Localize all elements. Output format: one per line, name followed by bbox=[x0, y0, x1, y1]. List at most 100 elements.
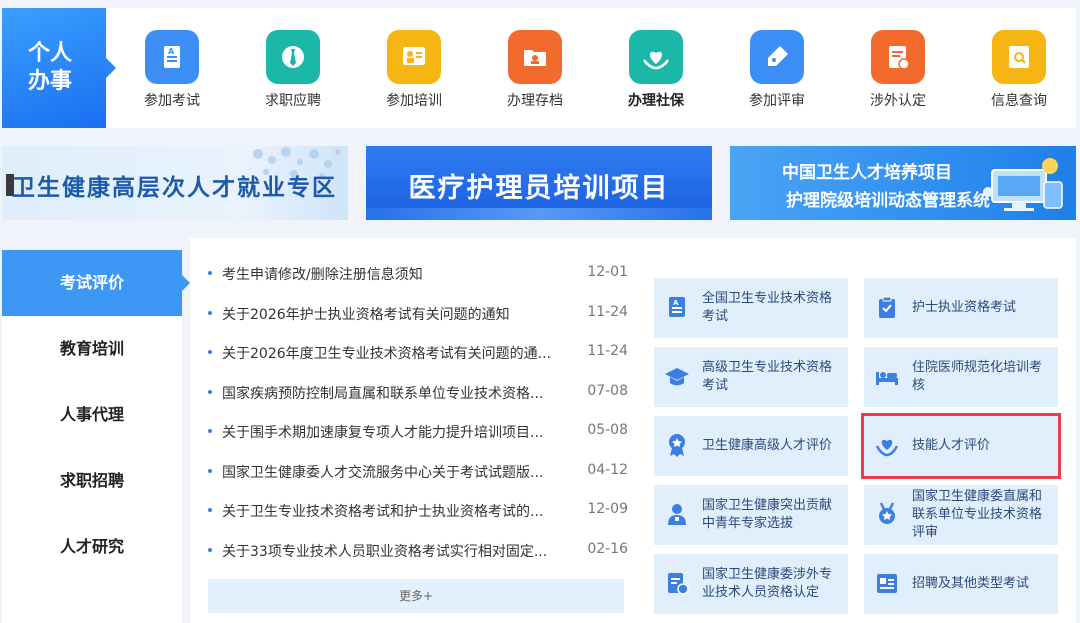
service-tile[interactable]: 招聘及其他类型考试 bbox=[864, 554, 1058, 614]
id-card-icon bbox=[874, 570, 900, 596]
more-button[interactable]: 更多+ bbox=[208, 579, 624, 613]
doctor-icon bbox=[664, 501, 690, 527]
service-item-4[interactable]: 办理存档 bbox=[475, 8, 595, 128]
computer-illustration-icon bbox=[983, 158, 1063, 211]
banner-high-level-talent[interactable]: 卫生健康高层次人才就业专区 bbox=[2, 146, 348, 220]
service-tile[interactable]: 国家卫生健康突出贡献中青年专家选拔 bbox=[654, 485, 848, 545]
badge-icon bbox=[874, 501, 900, 527]
graduation-cap-icon bbox=[664, 363, 690, 389]
nav-item-2[interactable]: 教育培训 bbox=[2, 316, 182, 382]
service-label: 参加考试 bbox=[144, 93, 200, 109]
training-icon bbox=[387, 30, 441, 84]
service-tile[interactable]: 住院医师规范化培训考核 bbox=[864, 347, 1058, 407]
news-item[interactable]: 关于33项专业技术人员职业资格考试实行相对固定... 02-16 bbox=[208, 541, 628, 561]
tile-label: 住院医师规范化培训考核 bbox=[912, 360, 1043, 393]
nav-item-1[interactable]: 考试评价 bbox=[2, 250, 190, 316]
tile-label: 护士执业资格考试 bbox=[912, 300, 1017, 315]
news-title: 国家卫生健康委人才交流服务中心关于考试试题版... bbox=[222, 464, 544, 481]
tile-label: 国家卫生健康委涉外专业技术人员资格认定 bbox=[702, 567, 833, 600]
banner-title-line1: 中国卫生人才培养项目 bbox=[782, 163, 952, 183]
tile-label: 招聘及其他类型考试 bbox=[912, 576, 1030, 591]
news-date: 07-08 bbox=[587, 382, 628, 399]
news-title: 国家疾病预防控制局直属和联系单位专业技术资格... bbox=[222, 385, 544, 402]
cert-stamp-icon bbox=[664, 570, 690, 596]
service-tile[interactable]: 技能人才评价 bbox=[861, 413, 1061, 479]
tile-label: 高级卫生专业技术资格考试 bbox=[702, 360, 833, 393]
banner-title: 卫生健康高层次人才就业专区 bbox=[12, 175, 337, 201]
service-tile[interactable]: 卫生健康高级人才评价 bbox=[654, 416, 848, 476]
heart-hands-icon bbox=[629, 30, 683, 84]
news-date: 12-09 bbox=[587, 501, 628, 517]
news-item[interactable]: 国家卫生健康委人才交流服务中心关于考试试题版... 04-12 bbox=[208, 462, 628, 482]
news-item[interactable]: 国家疾病预防控制局直属和联系单位专业技术资格... 07-08 bbox=[208, 383, 628, 403]
news-date: 12-01 bbox=[587, 264, 628, 280]
bullet-icon bbox=[208, 508, 212, 512]
news-title: 关于33项专业技术人员职业资格考试实行相对固定... bbox=[222, 543, 548, 560]
exam-icon: A bbox=[145, 30, 199, 84]
news-item[interactable]: 关于围手术期加速康复专项人才能力提升培训项目... 05-08 bbox=[208, 422, 628, 442]
bullet-icon bbox=[208, 389, 212, 394]
service-label: 办理社保 bbox=[628, 93, 684, 109]
news-title: 关于2026年度卫生专业技术资格考试有关问题的通... bbox=[222, 346, 551, 362]
svg-text:A: A bbox=[673, 299, 679, 307]
tile-label: 技能人才评价 bbox=[912, 438, 991, 453]
bullet-icon bbox=[208, 310, 212, 315]
service-list: A 参加考试 求职应聘 参加培训 办理存档 办理社保 参加评审 涉外认定 信息查询 bbox=[112, 8, 1076, 128]
medal-icon bbox=[664, 432, 690, 458]
service-item-6[interactable]: 参加评审 bbox=[717, 8, 837, 128]
news-item[interactable]: 关于2026年度卫生专业技术资格考试有关问题的通... 11-24 bbox=[208, 343, 628, 363]
service-item-8[interactable]: 信息查询 bbox=[959, 8, 1079, 128]
service-item-7[interactable]: 涉外认定 bbox=[838, 8, 958, 128]
service-item-2[interactable]: 求职应聘 bbox=[233, 8, 353, 128]
tile-label: 全国卫生专业技术资格考试 bbox=[702, 291, 833, 324]
main-panel: 考生申请修改/删除注册信息须知 12-01 关于2026年护士执业资格考试有关问题的… bbox=[190, 238, 1076, 623]
banner-training-system[interactable]: 中国卫生人才培养项目 护理院级培训动态管理系统 bbox=[730, 146, 1076, 220]
heart-hands-icon bbox=[874, 432, 900, 458]
news-date: 05-08 bbox=[587, 422, 628, 438]
bullet-icon bbox=[208, 429, 212, 433]
left-nav: 考试评价 教育培训 人事代理 求职招聘 人才研究 bbox=[2, 250, 190, 623]
bullet-icon bbox=[208, 350, 212, 354]
news-date: 11-24 bbox=[587, 303, 628, 320]
bullet-icon bbox=[208, 271, 212, 275]
service-tile[interactable]: 护士执业资格考试 bbox=[864, 278, 1058, 338]
tile-label: 国家卫生健康突出贡献中青年专家选拔 bbox=[702, 498, 833, 531]
news-date: 02-16 bbox=[587, 540, 628, 557]
banner-title: 医疗护理员培训项目 bbox=[408, 173, 670, 204]
hospital-bed-icon bbox=[874, 363, 900, 389]
news-title: 关于卫生专业技术资格考试和护士执业资格考试的... bbox=[222, 504, 544, 520]
tie-icon bbox=[266, 30, 320, 84]
news-item[interactable]: 关于卫生专业技术资格考试和护士执业资格考试的... 12-09 bbox=[208, 501, 628, 521]
tile-label: 国家卫生健康委直属和联系单位专业技术资格评审 bbox=[912, 489, 1043, 540]
service-item-5[interactable]: 办理社保 bbox=[596, 8, 716, 128]
service-tile[interactable]: 国家卫生健康委涉外专业技术人员资格认定 bbox=[654, 554, 848, 614]
personal-affairs-label: 个人 办事 bbox=[2, 8, 116, 128]
service-tile[interactable]: 高级卫生专业技术资格考试 bbox=[654, 347, 848, 407]
service-label: 涉外认定 bbox=[870, 93, 926, 109]
nav-item-5[interactable]: 人才研究 bbox=[2, 514, 182, 580]
nav-item-4[interactable]: 求职招聘 bbox=[2, 448, 182, 514]
personal-line2: 办事 bbox=[28, 69, 73, 94]
exam-doc-icon: A bbox=[664, 294, 690, 320]
banner-nursing-training[interactable]: 医疗护理员培训项目 bbox=[366, 146, 712, 220]
news-title: 考生申请修改/删除注册信息须知 bbox=[222, 267, 423, 283]
banner-title-line2: 护理院级培训动态管理系统 bbox=[786, 191, 990, 211]
service-label: 办理存档 bbox=[507, 93, 563, 109]
news-item[interactable]: 考生申请修改/删除注册信息须知 12-01 bbox=[208, 264, 628, 284]
pen-icon bbox=[750, 30, 804, 84]
service-item-1[interactable]: A 参加考试 bbox=[112, 8, 232, 128]
bullet-icon bbox=[208, 468, 212, 473]
news-item[interactable]: 关于2026年护士执业资格考试有关问题的通知 11-24 bbox=[208, 304, 628, 324]
clipboard-icon bbox=[874, 294, 900, 320]
service-tile[interactable]: A 全国卫生专业技术资格考试 bbox=[654, 278, 848, 338]
service-tile[interactable]: 国家卫生健康委直属和联系单位专业技术资格评审 bbox=[864, 485, 1058, 545]
svg-text:A: A bbox=[168, 47, 175, 56]
nav-item-3[interactable]: 人事代理 bbox=[2, 382, 182, 448]
certificate-icon bbox=[871, 30, 925, 84]
news-title: 关于2026年护士执业资格考试有关问题的通知 bbox=[222, 306, 510, 323]
tile-label: 卫生健康高级人才评价 bbox=[702, 438, 833, 453]
personal-line1: 个人 bbox=[28, 41, 73, 66]
service-item-3[interactable]: 参加培训 bbox=[354, 8, 474, 128]
folder-icon bbox=[508, 30, 562, 84]
service-label: 求职应聘 bbox=[265, 93, 321, 109]
